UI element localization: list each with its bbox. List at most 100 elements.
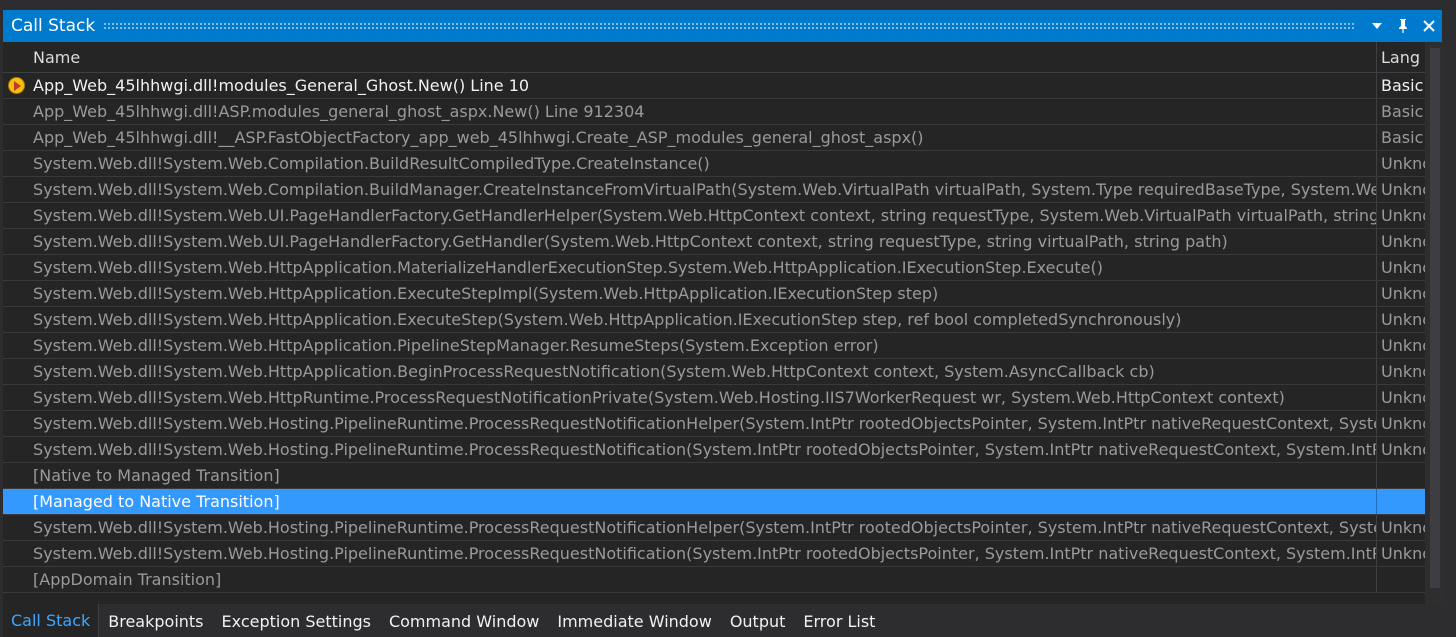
frame-gutter bbox=[3, 255, 30, 280]
call-stack-frame-row[interactable]: App_Web_45lhhwgi.dll!__ASP.FastObjectFac… bbox=[3, 125, 1425, 151]
call-stack-frame-row[interactable]: System.Web.dll!System.Web.Hosting.Pipeli… bbox=[3, 437, 1425, 463]
vertical-scrollbar[interactable] bbox=[1425, 42, 1445, 604]
frame-gutter bbox=[3, 99, 30, 124]
frame-gutter bbox=[3, 515, 30, 540]
frame-language: Unknown bbox=[1381, 544, 1425, 563]
frame-name: System.Web.dll!System.Web.UI.PageHandler… bbox=[30, 203, 1377, 228]
top-gap bbox=[0, 0, 1456, 10]
frame-gutter bbox=[3, 281, 30, 306]
frame-gutter bbox=[3, 411, 30, 436]
frame-name: System.Web.dll!System.Web.HttpApplicatio… bbox=[30, 333, 1377, 358]
tab-immediate-window[interactable]: Immediate Window bbox=[548, 604, 720, 637]
frame-language: Basic bbox=[1381, 102, 1424, 121]
frame-language: Unknown bbox=[1381, 440, 1425, 459]
frame-language: Unknown bbox=[1381, 258, 1425, 277]
frame-name: System.Web.dll!System.Web.HttpApplicatio… bbox=[30, 307, 1377, 332]
frame-name: [Managed to Native Transition] bbox=[30, 489, 1377, 514]
tool-window-titlebar[interactable]: Call Stack bbox=[3, 10, 1442, 42]
tab-breakpoints[interactable]: Breakpoints bbox=[99, 604, 212, 637]
call-stack-frame-row[interactable]: System.Web.dll!System.Web.HttpRuntime.Pr… bbox=[3, 385, 1425, 411]
frame-name: System.Web.dll!System.Web.Compilation.Bu… bbox=[30, 177, 1377, 202]
frame-name: System.Web.dll!System.Web.HttpApplicatio… bbox=[30, 255, 1377, 280]
frame-language: Unknown bbox=[1381, 362, 1425, 381]
frame-language: Unknown bbox=[1381, 518, 1425, 537]
call-stack-frame-row[interactable]: System.Web.dll!System.Web.HttpApplicatio… bbox=[3, 359, 1425, 385]
call-stack-grid: Name Lang App_Web_45lhhwgi.dll!modules_G… bbox=[3, 42, 1445, 604]
frame-language: Unknown bbox=[1381, 336, 1425, 355]
frame-name: System.Web.dll!System.Web.Hosting.Pipeli… bbox=[30, 541, 1377, 566]
frame-language: Basic bbox=[1381, 128, 1424, 147]
frame-name: System.Web.dll!System.Web.Hosting.Pipeli… bbox=[30, 411, 1377, 436]
frame-language: Unknown bbox=[1381, 414, 1425, 433]
frame-name: System.Web.dll!System.Web.HttpApplicatio… bbox=[30, 359, 1377, 384]
frame-gutter bbox=[3, 359, 30, 384]
window-title: Call Stack bbox=[11, 16, 96, 36]
tab-exception-settings[interactable]: Exception Settings bbox=[213, 604, 380, 637]
tab-call-stack[interactable]: Call Stack bbox=[3, 604, 100, 637]
frame-language: Unknown bbox=[1381, 310, 1425, 329]
frame-gutter bbox=[3, 385, 30, 410]
frame-gutter bbox=[3, 463, 30, 488]
frame-gutter bbox=[3, 567, 30, 592]
frame-gutter bbox=[3, 73, 30, 98]
call-stack-frame-row[interactable]: System.Web.dll!System.Web.Hosting.Pipeli… bbox=[3, 541, 1425, 567]
frame-name: System.Web.dll!System.Web.Hosting.Pipeli… bbox=[30, 515, 1377, 540]
frame-gutter bbox=[3, 177, 30, 202]
call-stack-frame-row[interactable]: System.Web.dll!System.Web.Hosting.Pipeli… bbox=[3, 411, 1425, 437]
call-stack-frame-row[interactable]: System.Web.dll!System.Web.UI.PageHandler… bbox=[3, 203, 1425, 229]
column-header-name[interactable]: Name bbox=[3, 42, 1377, 72]
frame-gutter bbox=[3, 151, 30, 176]
frame-language: Unknown bbox=[1381, 180, 1425, 199]
call-stack-frame-row[interactable]: System.Web.dll!System.Web.HttpApplicatio… bbox=[3, 333, 1425, 359]
window-options-dropdown-icon[interactable] bbox=[1364, 10, 1390, 42]
call-stack-frame-row[interactable]: System.Web.dll!System.Web.HttpApplicatio… bbox=[3, 281, 1425, 307]
close-icon[interactable] bbox=[1416, 10, 1442, 42]
pin-icon[interactable] bbox=[1390, 10, 1416, 42]
drag-grip[interactable] bbox=[103, 22, 1354, 30]
frame-language: Unknown bbox=[1381, 284, 1425, 303]
frame-gutter bbox=[3, 203, 30, 228]
frame-gutter bbox=[3, 437, 30, 462]
frame-name: [Native to Managed Transition] bbox=[30, 463, 1377, 488]
frame-name: App_Web_45lhhwgi.dll!modules_General_Gho… bbox=[30, 73, 1377, 98]
frame-language bbox=[1377, 567, 1425, 592]
grid-header: Name Lang bbox=[3, 42, 1425, 73]
frame-gutter bbox=[3, 307, 30, 332]
frame-name: System.Web.dll!System.Web.Hosting.Pipeli… bbox=[30, 437, 1377, 462]
bottom-tab-bar: Call Stack Breakpoints Exception Settings C… bbox=[0, 604, 1456, 637]
column-header-language[interactable]: Lang bbox=[1377, 42, 1425, 72]
call-stack-frame-row[interactable]: System.Web.dll!System.Web.Hosting.Pipeli… bbox=[3, 515, 1425, 541]
frame-gutter bbox=[3, 229, 30, 254]
frame-name: System.Web.dll!System.Web.HttpRuntime.Pr… bbox=[30, 385, 1377, 410]
frame-name: System.Web.dll!System.Web.HttpApplicatio… bbox=[30, 281, 1377, 306]
tab-command-window[interactable]: Command Window bbox=[380, 604, 548, 637]
frame-language: Unknown bbox=[1381, 232, 1425, 251]
call-stack-frame-row[interactable]: System.Web.dll!System.Web.Compilation.Bu… bbox=[3, 151, 1425, 177]
frame-name: System.Web.dll!System.Web.UI.PageHandler… bbox=[30, 229, 1377, 254]
frame-gutter bbox=[3, 333, 30, 358]
frame-gutter bbox=[3, 125, 30, 150]
call-stack-frame-row[interactable]: App_Web_45lhhwgi.dll!modules_General_Gho… bbox=[3, 73, 1425, 99]
frame-language: Unknown bbox=[1381, 388, 1425, 407]
call-stack-frame-row[interactable]: App_Web_45lhhwgi.dll!ASP.modules_general… bbox=[3, 99, 1425, 125]
call-stack-frame-row[interactable]: [AppDomain Transition] bbox=[3, 567, 1425, 593]
frame-name: System.Web.dll!System.Web.Compilation.Bu… bbox=[30, 151, 1377, 176]
frame-language: Unknown bbox=[1381, 154, 1425, 173]
tab-error-list[interactable]: Error List bbox=[794, 604, 884, 637]
frame-language bbox=[1377, 489, 1425, 514]
call-stack-frame-row[interactable]: System.Web.dll!System.Web.HttpApplicatio… bbox=[3, 307, 1425, 333]
call-stack-frame-row[interactable]: System.Web.dll!System.Web.Compilation.Bu… bbox=[3, 177, 1425, 203]
call-stack-frame-row[interactable]: [Native to Managed Transition] bbox=[3, 463, 1425, 489]
frame-name: [AppDomain Transition] bbox=[30, 567, 1377, 592]
call-stack-rows: App_Web_45lhhwgi.dll!modules_General_Gho… bbox=[3, 73, 1425, 593]
call-stack-frame-row[interactable]: System.Web.dll!System.Web.HttpApplicatio… bbox=[3, 255, 1425, 281]
frame-gutter bbox=[3, 489, 30, 514]
tab-output[interactable]: Output bbox=[721, 604, 795, 637]
frame-language: Basic bbox=[1381, 76, 1424, 95]
current-frame-arrow-icon bbox=[8, 77, 25, 94]
call-stack-frame-row[interactable]: [Managed to Native Transition] bbox=[3, 489, 1425, 515]
call-stack-frame-row[interactable]: System.Web.dll!System.Web.UI.PageHandler… bbox=[3, 229, 1425, 255]
frame-gutter bbox=[3, 541, 30, 566]
frame-language: Unknown bbox=[1381, 206, 1425, 225]
scrollbar-thumb[interactable] bbox=[1430, 48, 1440, 588]
